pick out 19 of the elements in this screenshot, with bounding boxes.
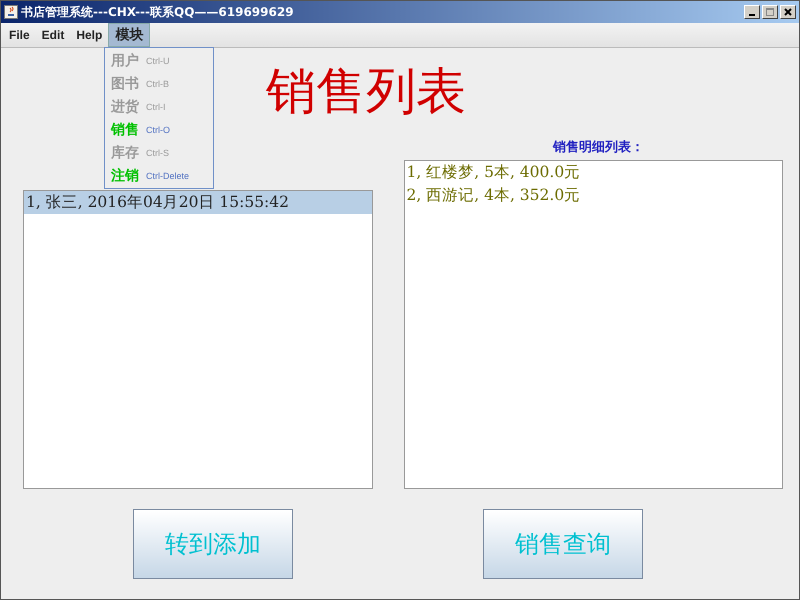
list-item[interactable]: 1, 红楼梦, 5本, 400.0元 bbox=[404, 161, 782, 184]
minimize-button[interactable] bbox=[744, 5, 760, 19]
cup-icon bbox=[4, 5, 18, 19]
close-icon bbox=[783, 7, 793, 17]
list-item[interactable]: 1, 张三, 2016年04月20日 15:55:42 bbox=[24, 191, 372, 214]
page-heading: 销售列表 bbox=[266, 61, 466, 121]
menu-item[interactable]: 模块 bbox=[108, 23, 150, 47]
maximize-button[interactable] bbox=[762, 5, 778, 19]
window-title: 书店管理系统---CHX---联系QQ——619699629 bbox=[21, 4, 294, 20]
menu-item[interactable]: 注销 Ctrl-Delete bbox=[105, 164, 213, 187]
minimize-icon bbox=[749, 14, 755, 16]
menu-item[interactable]: Edit bbox=[36, 23, 70, 47]
menu-item[interactable]: 销售 Ctrl-O bbox=[105, 118, 213, 141]
close-button[interactable] bbox=[780, 5, 796, 19]
maximize-icon bbox=[765, 7, 775, 17]
list-label: 销售明细列表： bbox=[552, 139, 645, 157]
menu-item[interactable]: File bbox=[3, 23, 36, 47]
list-item[interactable]: 2, 西游记, 4本, 352.0元 bbox=[404, 184, 782, 207]
menu-item[interactable]: Help bbox=[70, 23, 108, 47]
